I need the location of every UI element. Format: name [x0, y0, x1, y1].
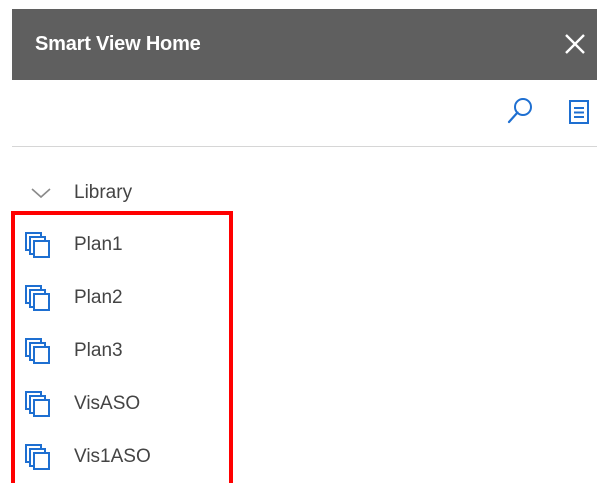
panel-title: Smart View Home	[35, 33, 201, 55]
search-icon	[507, 98, 532, 124]
list-item-label: VisASO	[74, 392, 141, 414]
list-item-label: Plan2	[74, 286, 123, 308]
close-icon	[565, 34, 585, 54]
list-item-visaso[interactable]: VisASO	[24, 377, 224, 430]
list-item-plan1[interactable]: Plan1	[24, 218, 224, 271]
list-item-plan3[interactable]: Plan3	[24, 324, 224, 377]
smart-view-panel: Smart View Home Library Plan1 Plan2 Plan…	[0, 0, 597, 483]
search-button[interactable]	[505, 96, 535, 126]
cube-stack-icon	[25, 337, 50, 364]
list-item-vis1aso[interactable]: Vis1ASO	[24, 430, 224, 483]
cube-stack-icon	[25, 443, 50, 470]
toolbar-divider	[12, 146, 597, 147]
list-item-plan2[interactable]: Plan2	[24, 271, 224, 324]
list-item-label: Vis1ASO	[74, 445, 151, 467]
list-menu-button[interactable]	[567, 98, 591, 126]
chevron-down-icon	[31, 188, 51, 199]
close-button[interactable]	[560, 29, 590, 59]
list-item-label: Plan3	[74, 339, 123, 361]
library-list: Plan1 Plan2 Plan3 VisASO Vis1ASO	[24, 218, 224, 483]
library-section-toggle[interactable]: Library	[22, 178, 132, 208]
cube-stack-icon	[25, 231, 50, 258]
list-menu-icon	[569, 100, 589, 124]
library-label: Library	[74, 182, 133, 203]
list-item-label: Plan1	[74, 233, 123, 255]
panel-header: Smart View Home	[12, 9, 597, 80]
cube-stack-icon	[25, 390, 50, 417]
cube-stack-icon	[25, 284, 50, 311]
